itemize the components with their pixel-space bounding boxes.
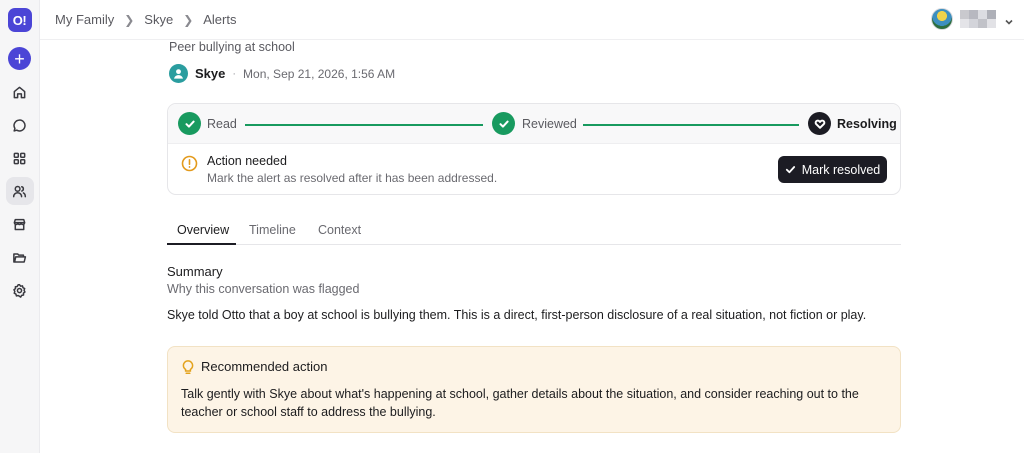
recommended-action-text: Talk gently with Skye about what's happe…	[181, 387, 859, 419]
plus-icon: +	[14, 48, 25, 69]
add-button[interactable]: +	[8, 47, 31, 70]
alert-title: Peer bullying at school	[169, 40, 295, 54]
blurred-username	[960, 10, 996, 28]
top-bar: My Family ❯ Skye ❯ Alerts	[40, 0, 1024, 40]
action-needed-title: Action needed	[207, 154, 287, 168]
account-menu[interactable]	[931, 8, 1014, 30]
app-logo[interactable]: O!	[7, 8, 32, 32]
folder-icon	[13, 252, 27, 263]
step-reviewed-check-icon	[492, 112, 515, 135]
alert-meta: Skye · Mon, Sep 21, 2026, 1:56 AM	[169, 64, 395, 83]
chat-icon	[13, 118, 26, 132]
step-resolving-heart-icon	[808, 112, 831, 135]
sidebar-item-files[interactable]	[6, 243, 34, 271]
chevron-right-icon: ❯	[183, 12, 194, 27]
status-stepper: Read Reviewed Resolving	[168, 104, 900, 144]
settings-icon	[13, 283, 26, 298]
breadcrumb-alerts: Alerts	[203, 12, 237, 27]
step-resolving-label: Resolving	[837, 117, 897, 131]
lightbulb-icon	[181, 359, 195, 375]
breadcrumb: My Family ❯ Skye ❯ Alerts	[55, 12, 236, 27]
mark-resolved-label: Mark resolved	[801, 162, 881, 177]
step-read-check-icon	[178, 112, 201, 135]
chevron-right-icon: ❯	[124, 12, 135, 27]
sidebar-item-settings[interactable]	[6, 276, 34, 304]
step-connector	[583, 124, 799, 126]
tab-context[interactable]: Context	[318, 223, 361, 237]
user-avatar	[931, 8, 953, 30]
recommended-action-title: Recommended action	[201, 359, 328, 374]
apps-grid-icon	[13, 152, 26, 164]
breadcrumb-skye[interactable]: Skye	[144, 12, 173, 27]
detail-tabs: Overview Timeline Context	[167, 216, 901, 245]
alert-timestamp: Mon, Sep 21, 2026, 1:56 AM	[243, 66, 396, 81]
sidebar-item-home[interactable]	[6, 78, 34, 106]
recommended-action-box: Recommended action Talk gently with Skye…	[167, 346, 901, 433]
status-progress-card: Read Reviewed Resolving Action needed Ma…	[167, 103, 901, 195]
home-icon	[13, 86, 26, 98]
action-needed-subtitle: Mark the alert as resolved after it has …	[207, 171, 498, 185]
summary-subheading: Why this conversation was flagged	[167, 282, 360, 296]
summary-text: Skye told Otto that a boy at school is b…	[167, 308, 867, 322]
child-name[interactable]: Skye	[195, 66, 225, 81]
chevron-down-icon	[1004, 14, 1014, 25]
active-tab-indicator	[167, 243, 236, 245]
store-icon	[13, 218, 26, 230]
step-read-label: Read	[207, 117, 237, 131]
sidebar-item-family[interactable]	[5, 177, 34, 205]
breadcrumb-my-family[interactable]: My Family	[55, 12, 114, 27]
sidebar-item-chat[interactable]	[6, 111, 34, 139]
check-icon	[785, 166, 795, 174]
user-icon	[174, 69, 183, 79]
child-avatar	[169, 64, 188, 83]
tab-timeline[interactable]: Timeline	[249, 223, 296, 237]
sidebar: O! +	[0, 0, 40, 453]
step-reviewed-label: Reviewed	[522, 117, 577, 131]
tab-overview[interactable]: Overview	[177, 223, 229, 237]
meta-separator: ·	[232, 67, 237, 80]
summary-heading: Summary	[167, 264, 223, 279]
warning-icon	[181, 155, 198, 172]
mark-resolved-button[interactable]: Mark resolved	[778, 156, 887, 183]
action-needed-row: Action needed Mark the alert as resolved…	[168, 144, 900, 196]
sidebar-item-store[interactable]	[6, 210, 34, 238]
step-connector	[245, 124, 483, 126]
family-icon	[12, 185, 27, 197]
sidebar-item-apps[interactable]	[6, 144, 34, 172]
